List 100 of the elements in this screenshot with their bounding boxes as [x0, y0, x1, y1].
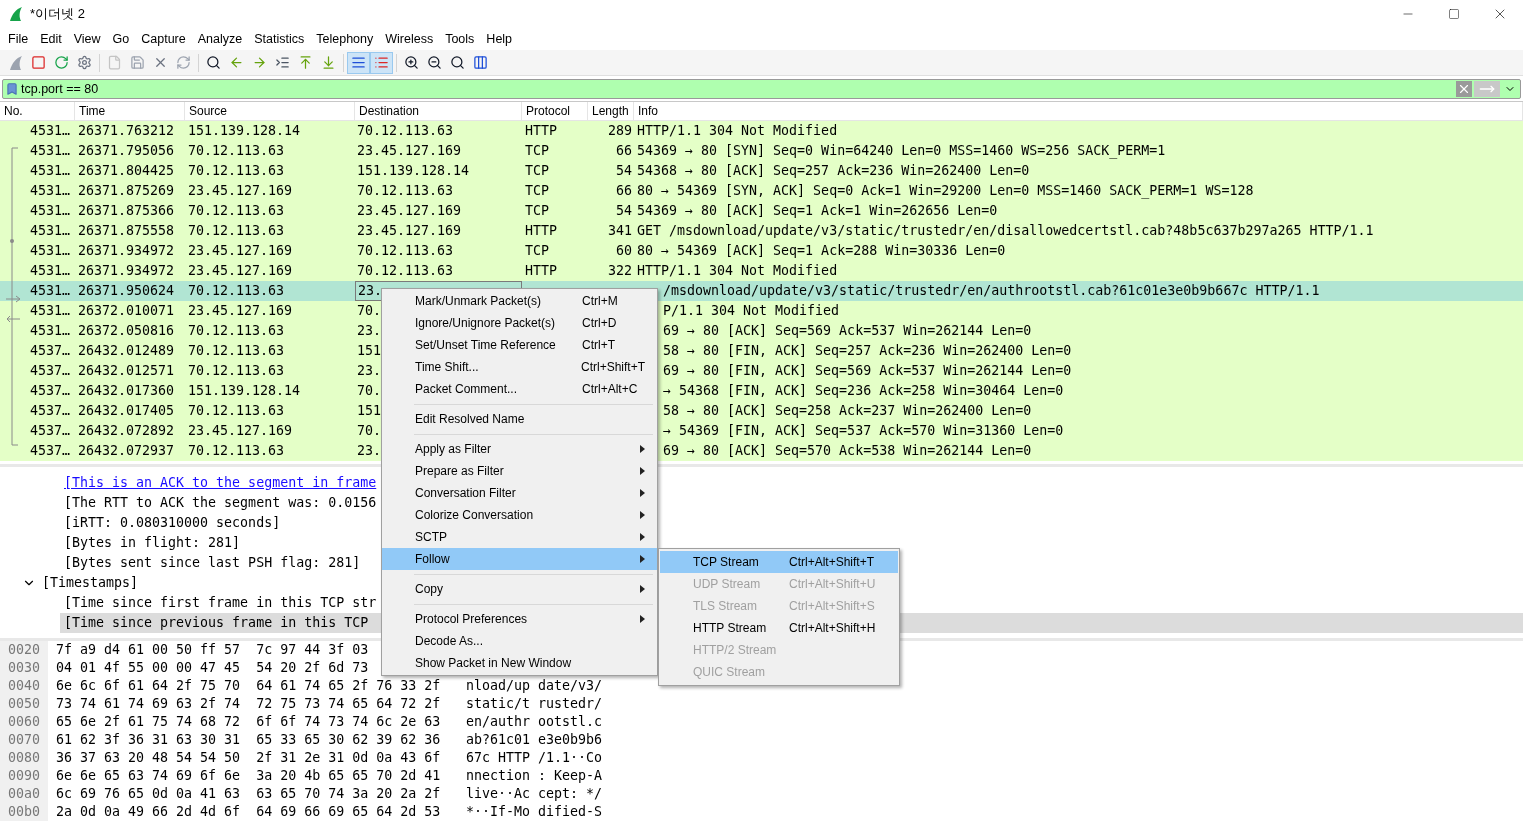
hex-bytes: 2a 0d 0a 49 66 2d 4d 6f 64 69 66 69 65 64 2d 53 — [56, 804, 441, 820]
table-cell: TCP — [525, 243, 550, 259]
ascii-bytes: en/authr ootstl.c — [466, 713, 603, 732]
table-cell-text: 4537… — [29, 442, 70, 461]
byte-offset: 0040 — [8, 677, 41, 696]
ascii-bytes: ab?61c01 e3e0b9b6 — [466, 731, 603, 750]
table-cell: 26371.934972 — [78, 263, 175, 279]
table-cell: 23.45.127.169 — [188, 183, 293, 199]
byte-offset: 0020 — [8, 641, 41, 660]
ascii-bytes: nload/up date/v3/ — [466, 677, 603, 696]
table-cell: 26432.017405 — [78, 403, 175, 419]
hex-bytes: 04 01 4f 55 00 00 47 45 54 20 2f 6d 73 — [56, 660, 369, 676]
table-cell-text: 4531… — [29, 282, 70, 301]
window-title: *이더넷 2 — [30, 5, 85, 24]
table-cell-text: 70. — [357, 422, 382, 441]
table-cell: 26432.072937 — [78, 443, 175, 459]
table-cell-text: 66 — [616, 142, 632, 161]
table-cell-text: 4537… — [29, 362, 70, 381]
byte-offset: 00b0 — [8, 803, 41, 822]
table-cell-text: 66 — [616, 182, 632, 201]
table-cell: 23.45.127.169 — [188, 243, 293, 259]
table-cell: HTTP/1.1 304 Not Modified — [637, 263, 838, 279]
table-cell: 70.12.113.63 — [188, 283, 285, 299]
table-cell: 54368 → 80 [ACK] Seq=257 Ack=236 Win=262400 Len=0 — [637, 163, 1030, 179]
ascii-bytes: nnection : Keep-A — [466, 767, 603, 786]
table-cell-text: 4531… — [29, 262, 70, 281]
table-cell-text: 54 — [616, 162, 632, 181]
table-cell: GET /msdownload/update/v3/static/trustedr/en/disallowedcertstl.cab?48b5c637b297a265 HTTP/1.1 — [637, 223, 1374, 239]
table-cell: /msdownload/update/v3/static/trustedr/en/authrootstl.cab?61c01e3e0b9b667c HTTP/1.1 — [663, 283, 1320, 299]
table-cell-text: 4537… — [29, 402, 70, 421]
table-cell-text: 70. — [357, 382, 382, 401]
table-cell-text: 4531… — [29, 162, 70, 181]
table-cell-text: 4531… — [29, 182, 70, 201]
table-cell: 70.12.113.63 — [188, 443, 285, 459]
table-cell: 26432.012489 — [78, 343, 175, 359]
table-cell-text: 60 — [616, 242, 632, 261]
hex-bytes: 6e 6c 6f 61 64 2f 75 70 64 61 74 65 2f 76 33 2f — [56, 678, 441, 694]
table-cell: 70.12.113.63 — [188, 363, 285, 379]
table-cell: 54369 → 80 [SYN] Seq=0 Win=64240 Len=0 MSS=1460 WS=256 SACK_PERM=1 — [637, 143, 1166, 159]
table-cell-text: 341 — [607, 222, 632, 241]
table-cell: TCP — [525, 163, 550, 179]
table-cell: 58 → 80 [ACK] Seq=258 Ack=237 Win=262400 Len=0 — [663, 403, 1032, 419]
table-cell-text: 4531… — [29, 122, 70, 141]
table-cell: 70.12.113.63 — [188, 343, 285, 359]
table-cell: HTTP/1.1 304 Not Modified — [637, 123, 838, 139]
table-cell: 58 → 80 [FIN, ACK] Seq=257 Ack=236 Win=262400 Len=0 — [663, 343, 1072, 359]
table-cell-text: 70.12.113.63 — [357, 242, 454, 261]
table-cell-text: 23. — [357, 362, 382, 381]
table-cell: P/1.1 304 Not Modified — [663, 303, 840, 319]
hex-bytes: 65 6e 2f 61 75 74 68 72 6f 6f 74 73 74 6c 2e 63 — [56, 714, 441, 730]
table-cell: 70.12.113.63 — [188, 323, 285, 339]
table-cell-text: 289 — [607, 122, 632, 141]
table-cell-text: 23. — [357, 322, 382, 341]
table-cell: 69 → 80 [FIN, ACK] Seq=569 Ack=537 Win=262144 Len=0 — [663, 363, 1072, 379]
byte-offset: 00a0 — [8, 785, 41, 804]
table-cell-text: 4531… — [29, 202, 70, 221]
table-cell-text: 23. — [357, 442, 382, 461]
table-cell-text: 151 — [357, 402, 382, 421]
table-cell: 69 → 80 [ACK] Seq=570 Ack=538 Win=262144 Len=0 — [663, 443, 1032, 459]
table-cell: 26371.950624 — [78, 283, 175, 299]
table-cell: 26371.875366 — [78, 203, 175, 219]
table-cell-text: 70.12.113.63 — [357, 182, 454, 201]
table-cell: TCP — [525, 143, 550, 159]
table-cell-text: 70.12.113.63 — [357, 122, 454, 141]
table-cell: → 54368 [FIN, ACK] Seq=236 Ack=258 Win=30464 Len=0 — [663, 383, 1064, 399]
table-cell: HTTP — [525, 223, 558, 239]
table-cell: 26372.050816 — [78, 323, 175, 339]
table-cell-text: 151.139.128.14 — [357, 162, 470, 181]
table-cell-text: 23.45.127.169 — [357, 202, 462, 221]
ascii-bytes: static/t rustedr/ — [466, 695, 603, 714]
table-cell: 80 → 54369 [ACK] Seq=1 Ack=288 Win=30336 Len=0 — [637, 243, 1006, 259]
table-cell: 26432.072892 — [78, 423, 175, 439]
table-cell: 26372.010071 — [78, 303, 175, 319]
table-cell: 26371.795056 — [78, 143, 175, 159]
hex-bytes: 6e 6e 65 63 74 69 6f 6e 3a 20 4b 65 65 70 2d 41 — [56, 768, 441, 784]
table-cell: 23.45.127.169 — [188, 263, 293, 279]
table-cell-text: 4537… — [29, 382, 70, 401]
table-cell-text: 4531… — [29, 222, 70, 241]
table-cell-text: 23.45.127.169 — [357, 142, 462, 161]
byte-offset: 0090 — [8, 767, 41, 786]
ascii-bytes: *··If-Mo dified-S — [466, 803, 603, 822]
table-cell: 26432.012571 — [78, 363, 175, 379]
byte-offset: 0030 — [8, 659, 41, 678]
hex-bytes: 7f a9 d4 61 00 50 ff 57 7c 97 44 3f 03 — [56, 642, 369, 658]
table-cell-text: 4531… — [29, 322, 70, 341]
table-cell: 54369 → 80 [ACK] Seq=1 Ack=1 Win=262656 Len=0 — [637, 203, 998, 219]
table-cell-text: 151 — [357, 342, 382, 361]
table-cell: 70.12.113.63 — [188, 163, 285, 179]
table-cell: 151.139.128.14 — [188, 383, 301, 399]
table-cell: HTTP — [525, 263, 558, 279]
table-cell: 69 → 80 [ACK] Seq=569 Ack=537 Win=262144 Len=0 — [663, 323, 1032, 339]
table-cell: 26371.763212 — [78, 123, 175, 139]
table-cell-text: 54 — [616, 202, 632, 221]
hex-bytes: 36 37 63 20 48 54 54 50 2f 31 2e 31 0d 0a 43 6f — [56, 750, 441, 766]
table-cell: 70.12.113.63 — [188, 143, 285, 159]
hex-bytes: 6c 69 76 65 0d 0a 41 63 63 65 70 74 3a 20 2a 2f — [56, 786, 441, 802]
byte-offset: 0070 — [8, 731, 41, 750]
table-cell-text: 70.12.113.63 — [357, 262, 454, 281]
byte-offset: 0050 — [8, 695, 41, 714]
table-cell: 80 → 54369 [SYN, ACK] Seq=0 Ack=1 Win=29200 Len=0 MSS=1460 SACK_PERM=1 WS=128 — [637, 183, 1254, 199]
